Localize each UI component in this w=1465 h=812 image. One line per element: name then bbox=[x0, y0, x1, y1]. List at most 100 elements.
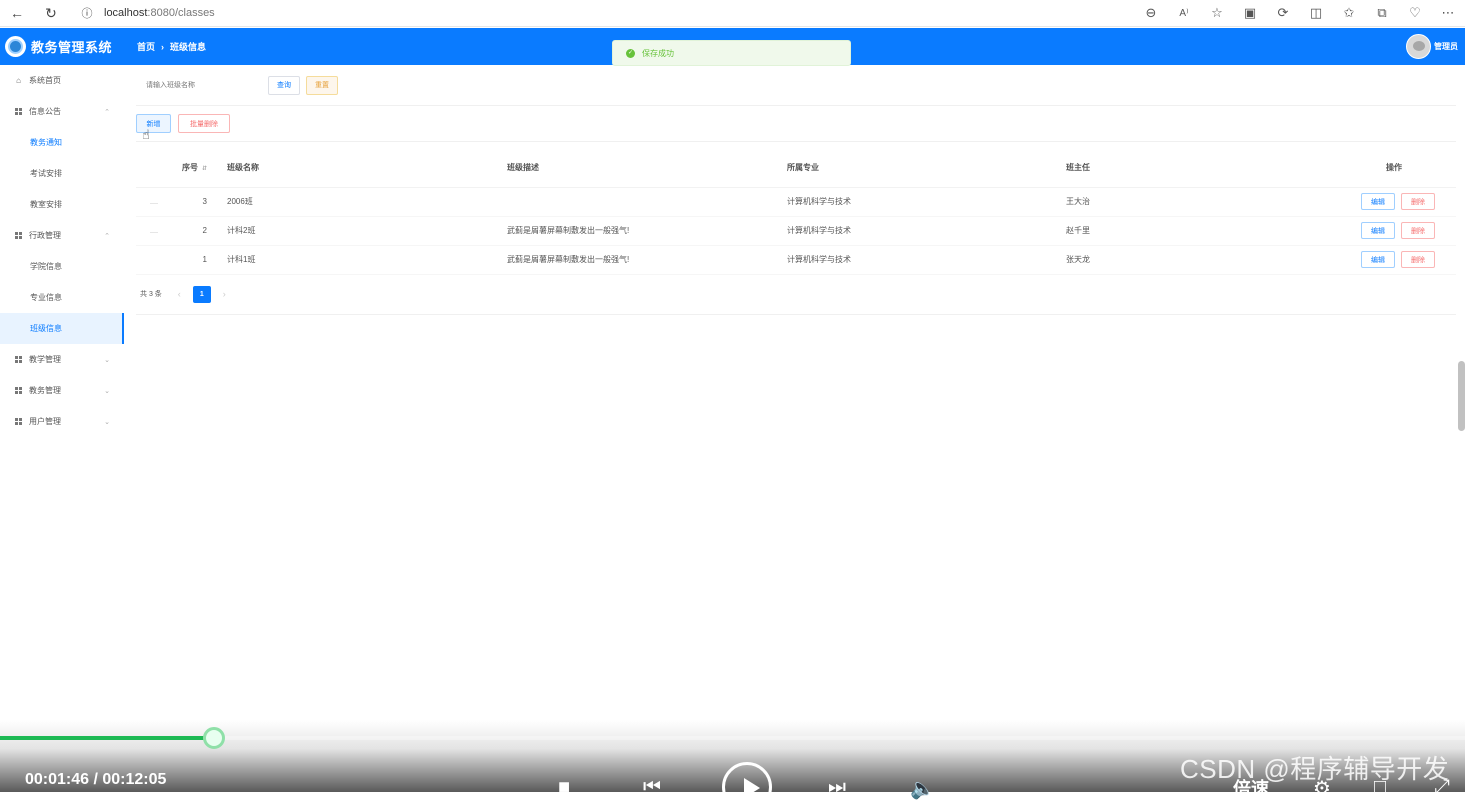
refresh-extension-icon[interactable]: ⟳ bbox=[1274, 4, 1292, 22]
breadcrumb-home[interactable]: 首页 bbox=[137, 40, 155, 53]
cell-major: 计算机科学与技术 bbox=[787, 245, 1066, 275]
sidebar-item-teaching[interactable]: 教学管理 ⌄ bbox=[0, 344, 124, 375]
read-aloud-icon[interactable]: A⁾ bbox=[1175, 4, 1193, 22]
favorites-icon[interactable]: ✩ bbox=[1340, 4, 1358, 22]
browser-actions: ⊖ A⁾ ☆ ▣ ⟳ ◫ ✩ ⧉ ♡ ⋯ bbox=[1142, 4, 1457, 22]
page-number-button[interactable]: 1 bbox=[192, 285, 211, 303]
sidebar-item-label: 用户管理 bbox=[29, 417, 61, 426]
row-checkbox[interactable] bbox=[136, 187, 176, 217]
stop-icon[interactable]: ■ bbox=[558, 776, 570, 799]
grid-icon bbox=[14, 231, 23, 240]
sidebar-item-label: 教务通知 bbox=[30, 138, 62, 147]
column-header-no[interactable]: 序号 ⇵ bbox=[176, 148, 227, 188]
zoom-icon[interactable]: ⊖ bbox=[1142, 4, 1160, 22]
row-checkbox[interactable] bbox=[136, 245, 176, 275]
prev-page-icon[interactable]: ‹ bbox=[178, 289, 181, 299]
address-bar[interactable]: localhost:8080/classes bbox=[104, 7, 215, 19]
chevron-up-icon: ⌃ bbox=[104, 108, 110, 116]
sidebar-item-label: 行政管理 bbox=[29, 231, 61, 240]
scrollbar[interactable] bbox=[1458, 361, 1465, 431]
chevron-down-icon: ⌄ bbox=[104, 387, 110, 395]
sidebar-item-classes[interactable]: 班级信息 bbox=[0, 313, 124, 344]
previous-icon[interactable]: ⏮ bbox=[643, 776, 661, 799]
table-row: 3 2006班 计算机科学与技术 王大治 编辑 删除 bbox=[136, 187, 1456, 217]
edit-button[interactable]: 编辑 bbox=[1361, 193, 1395, 210]
user-menu[interactable]: 管理员 bbox=[1406, 34, 1458, 59]
table-header-row: 序号 ⇵ 班级名称 班级描述 所属专业 班主任 操作 bbox=[136, 148, 1456, 188]
sidebar-item-home[interactable]: ⌂ 系统首页 bbox=[0, 65, 124, 96]
sidebar-item-colleges[interactable]: 学院信息 bbox=[0, 251, 124, 282]
success-toast: ✓ 保存成功 bbox=[612, 40, 851, 66]
more-icon[interactable]: ⋯ bbox=[1439, 4, 1457, 22]
delete-button[interactable]: 删除 bbox=[1401, 222, 1435, 239]
edit-button[interactable]: 编辑 bbox=[1361, 251, 1395, 268]
grid-icon bbox=[14, 417, 23, 426]
sidebar-item-academic[interactable]: 教务管理 ⌄ bbox=[0, 375, 124, 406]
extension-icon[interactable]: ▣ bbox=[1241, 4, 1259, 22]
next-page-icon[interactable]: › bbox=[223, 289, 226, 299]
speed-button[interactable]: 倍速 bbox=[1233, 775, 1269, 801]
edit-button[interactable]: 编辑 bbox=[1361, 222, 1395, 239]
next-icon[interactable]: ⏭ bbox=[828, 776, 846, 799]
sidebar-item-users[interactable]: 用户管理 ⌄ bbox=[0, 406, 124, 437]
cell-no: 3 bbox=[176, 187, 227, 217]
logo bbox=[5, 36, 26, 57]
user-name[interactable]: 管理员 bbox=[1434, 41, 1458, 52]
sidebar-item-classrooms[interactable]: 教室安排 bbox=[0, 189, 124, 220]
breadcrumb: 首页 › 班级信息 bbox=[137, 40, 206, 53]
grid-icon bbox=[14, 107, 23, 116]
back-icon[interactable]: ← bbox=[8, 4, 26, 22]
sidebar-item-notices[interactable]: 教务通知 bbox=[0, 127, 124, 158]
info-icon[interactable]: ⓘ bbox=[78, 4, 96, 22]
breadcrumb-current: 班级信息 bbox=[170, 42, 207, 52]
column-header-teacher: 班主任 bbox=[1066, 148, 1316, 188]
split-screen-icon[interactable]: ◫ bbox=[1307, 4, 1325, 22]
column-header-op: 操作 bbox=[1316, 148, 1456, 188]
sidebar-item-admin[interactable]: 行政管理 ⌃ bbox=[0, 220, 124, 251]
toast-message: 保存成功 bbox=[642, 48, 674, 58]
cell-major: 计算机科学与技术 bbox=[787, 187, 1066, 217]
playback-time: 00:01:46 / 00:12:05 bbox=[25, 771, 167, 788]
select-all-header[interactable] bbox=[136, 148, 176, 188]
pagination: 共 3 条 ‹ 1 › bbox=[136, 275, 1456, 315]
sidebar-item-label: 教学管理 bbox=[29, 355, 61, 364]
cell-teacher: 张天龙 bbox=[1066, 245, 1316, 275]
query-button[interactable]: 查询 bbox=[268, 75, 300, 95]
collections-icon[interactable]: ⧉ bbox=[1373, 4, 1391, 22]
fullscreen-window-icon[interactable]: □ bbox=[1374, 776, 1386, 799]
url-host: localhost bbox=[104, 7, 148, 19]
progress-knob[interactable] bbox=[203, 727, 226, 749]
sidebar-item-exams[interactable]: 考试安排 bbox=[0, 158, 124, 189]
sidebar-item-label: 教室安排 bbox=[30, 200, 62, 209]
cell-actions: 编辑 删除 bbox=[1316, 187, 1456, 217]
health-icon[interactable]: ♡ bbox=[1406, 4, 1424, 22]
sidebar-item-majors[interactable]: 专业信息 bbox=[0, 282, 124, 313]
favorite-star-icon[interactable]: ☆ bbox=[1208, 4, 1226, 22]
browser-toolbar: ← ↻ ⓘ localhost:8080/classes ⊖ A⁾ ☆ ▣ ⟳ … bbox=[0, 0, 1465, 27]
progress-fill bbox=[0, 736, 215, 740]
class-name-search-input[interactable] bbox=[136, 75, 256, 95]
fullscreen-icon[interactable]: ⤢ bbox=[1434, 776, 1450, 799]
batch-delete-button[interactable]: 批量删除 bbox=[178, 114, 230, 133]
cell-name: 计科1班 bbox=[227, 245, 507, 275]
cell-teacher: 王大治 bbox=[1066, 187, 1316, 217]
breadcrumb-separator-icon: › bbox=[161, 41, 165, 52]
reload-icon[interactable]: ↻ bbox=[42, 4, 60, 22]
settings-gear-icon[interactable]: ⚙ bbox=[1313, 776, 1331, 801]
cell-actions: 编辑 删除 bbox=[1316, 245, 1456, 275]
delete-button[interactable]: 删除 bbox=[1401, 193, 1435, 210]
delete-button[interactable]: 删除 bbox=[1401, 251, 1435, 268]
reset-button[interactable]: 重置 bbox=[306, 75, 338, 95]
cell-no: 2 bbox=[176, 216, 227, 246]
avatar[interactable] bbox=[1406, 34, 1431, 59]
progress-track[interactable] bbox=[0, 727, 1465, 749]
check-circle-icon: ✓ bbox=[626, 48, 635, 58]
sort-icon[interactable]: ⇵ bbox=[202, 166, 207, 172]
volume-icon[interactable]: 🔈 bbox=[910, 776, 935, 801]
row-checkbox[interactable] bbox=[136, 216, 176, 246]
pagination-total: 共 3 条 bbox=[140, 291, 162, 298]
chevron-down-icon: ⌄ bbox=[104, 356, 110, 364]
sidebar-item-announcements[interactable]: 信息公告 ⌃ bbox=[0, 96, 124, 127]
play-button[interactable] bbox=[722, 762, 772, 812]
grid-icon bbox=[14, 386, 23, 395]
